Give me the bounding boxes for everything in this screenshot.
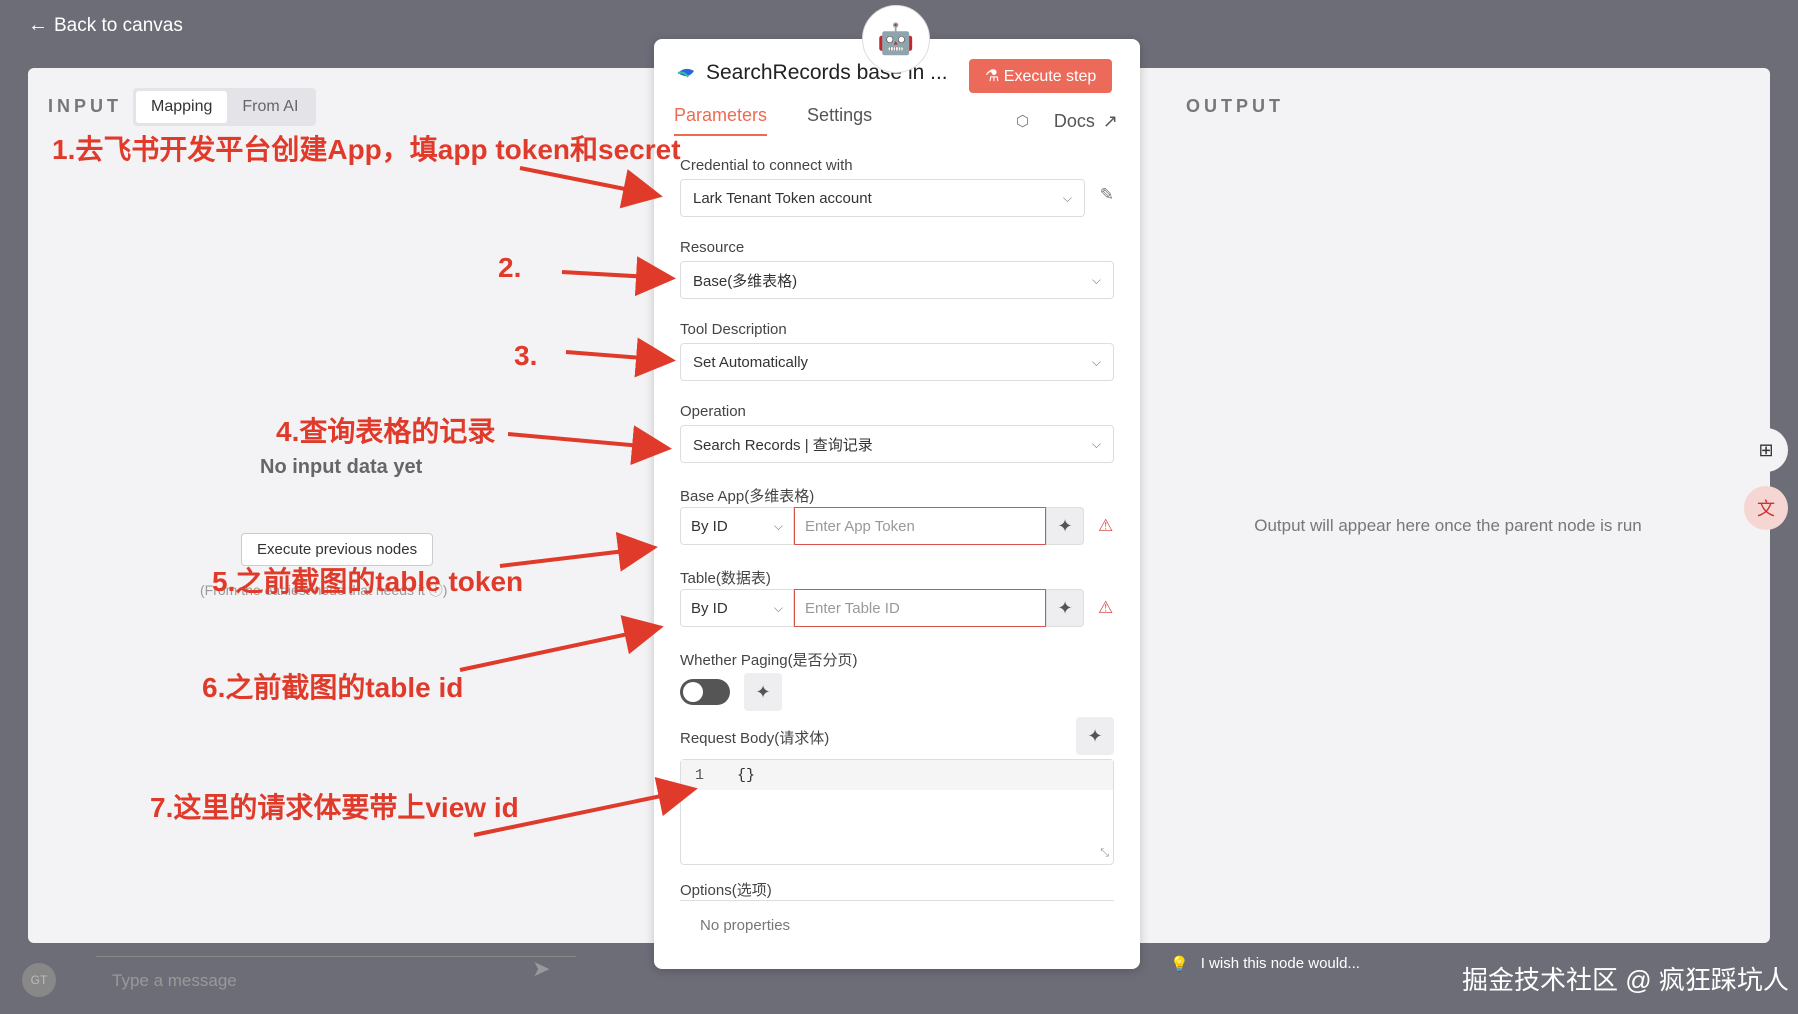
back-to-canvas-link[interactable]: ← Back to canvas (28, 14, 183, 37)
chevron-down-icon: ⌵ (1062, 190, 1072, 205)
code-line: 1 {} (681, 760, 1113, 790)
annotation-4: 4.查询表格的记录 (276, 416, 496, 447)
operation-field: Operation Search Records | 查询记录 ⌵ (680, 403, 1114, 463)
external-link-icon: ↗ (1102, 111, 1118, 131)
chat-message-input[interactable]: Type a message (96, 956, 576, 1006)
base-app-mode-select[interactable]: By ID ⌵ (680, 507, 794, 545)
resource-value: Base(多维表格) (693, 272, 798, 290)
tool-description-label: Tool Description (680, 321, 787, 338)
warning-icon: ⚠ (1098, 516, 1114, 535)
node-parameters-panel: SearchRecords base in ... ⚗ Execute step… (654, 39, 1140, 969)
base-app-mode-value: By ID (691, 517, 728, 535)
request-body-label: Request Body(请求体) (680, 730, 830, 747)
pencil-icon[interactable]: ✎ (1100, 185, 1114, 205)
tab-settings[interactable]: Settings (807, 105, 872, 136)
resource-select[interactable]: Base(多维表格) ⌵ (680, 261, 1114, 299)
avatar[interactable]: GT (22, 963, 56, 997)
request-body-header: Request Body(请求体) ✦ (680, 717, 1114, 755)
docs-link[interactable]: Docs ↗ (1054, 111, 1118, 132)
paging-field: Whether Paging(是否分页) ✦ (680, 649, 1114, 711)
robot-icon: 🤖 (862, 5, 930, 73)
grid-add-icon[interactable]: ⊞ (1744, 428, 1788, 472)
docs-label: Docs (1053, 111, 1095, 131)
operation-select[interactable]: Search Records | 查询记录 ⌵ (680, 425, 1114, 463)
base-app-label: Base App(多维表格) (680, 488, 815, 505)
tool-description-field: Tool Description Set Automatically ⌵ (680, 321, 1114, 381)
execute-step-button[interactable]: ⚗ Execute step (969, 59, 1113, 93)
translate-icon[interactable]: 文 (1744, 486, 1788, 530)
options-label: Options(选项) (680, 879, 1114, 901)
output-pane: OUTPUT Output will appear here once the … (1138, 68, 1770, 943)
table-mode-value: By ID (691, 599, 728, 617)
lark-logo-icon (677, 68, 694, 78)
options-field: Options(选项) No properties (680, 879, 1114, 950)
no-properties-text: No properties (700, 917, 791, 934)
resize-handle-icon[interactable]: ⤡ (1100, 847, 1109, 860)
app-token-input[interactable]: Enter App Token (794, 507, 1046, 545)
tool-description-value: Set Automatically (693, 353, 809, 371)
tool-description-select[interactable]: Set Automatically ⌵ (680, 343, 1114, 381)
watermark: 掘金技术社区 @ 疯狂踩坑人 (1462, 965, 1789, 995)
tab-parameters[interactable]: Parameters (674, 105, 768, 136)
operation-value: Search Records | 查询记录 (693, 436, 873, 454)
request-body-field: Request Body(请求体) ✦ 1 {} ⤡ (680, 717, 1114, 865)
output-pane-label: OUTPUT (1186, 96, 1284, 116)
tab-from-ai[interactable]: From AI (227, 91, 313, 123)
chevron-down-icon: ⌵ (773, 518, 783, 533)
chevron-down-icon: ⌵ (1091, 436, 1101, 451)
warning-icon: ⚠ (1098, 598, 1114, 617)
execute-step-label: Execute step (1003, 68, 1097, 85)
annotation-2: 2. (498, 252, 522, 283)
credential-label: Credential to connect with (680, 157, 853, 174)
table-mode-select[interactable]: By ID ⌵ (680, 589, 794, 627)
credential-field: Credential to connect with Lark Tenant T… (680, 157, 1114, 217)
sparkle-icon[interactable]: ✦ (744, 673, 782, 711)
wish-text: I wish this node would... (1200, 955, 1360, 972)
paging-toggle[interactable] (680, 679, 730, 705)
annotation-5: 5.之前截图的table token (212, 566, 524, 597)
annotation-1: 1.去飞书开发平台创建App，填app token和secret (52, 134, 681, 165)
input-mode-switch: Mapping From AI (133, 88, 317, 126)
lightbulb-icon: 💡 (1170, 956, 1189, 973)
table-field: Table(数据表) By ID ⌵ Enter Table ID ✦ ⚠ (680, 567, 1114, 627)
cube-icon[interactable]: ⬡ (1016, 112, 1029, 130)
sparkle-icon[interactable]: ✦ (1076, 717, 1114, 755)
output-placeholder-message: Output will appear here once the parent … (1254, 516, 1642, 535)
paging-label: Whether Paging(是否分页) (680, 652, 858, 669)
resource-label: Resource (680, 239, 745, 256)
no-input-message: No input data yet (260, 456, 423, 478)
operation-label: Operation (680, 403, 746, 420)
table-label: Table(数据表) (680, 570, 771, 587)
request-body-editor[interactable]: 1 {} ⤡ (680, 759, 1114, 865)
code-text: {} (737, 766, 756, 784)
sparkle-icon[interactable]: ✦ (1046, 589, 1084, 627)
resource-field: Resource Base(多维表格) ⌵ (680, 239, 1114, 299)
chevron-down-icon: ⌵ (1091, 272, 1101, 287)
credential-select[interactable]: Lark Tenant Token account ⌵ (680, 179, 1085, 217)
annotation-3: 3. (514, 340, 538, 371)
annotation-6: 6.之前截图的table id (202, 672, 464, 703)
sparkle-icon[interactable]: ✦ (1046, 507, 1084, 545)
annotation-7: 7.这里的请求体要带上view id (150, 792, 519, 823)
base-app-field: Base App(多维表格) By ID ⌵ Enter App Token ✦… (680, 485, 1114, 545)
credential-value: Lark Tenant Token account (693, 189, 872, 207)
input-pane-label: INPUT (48, 96, 122, 116)
send-icon[interactable]: ➤ (532, 956, 550, 982)
wish-feedback[interactable]: 💡 I wish this node would... (1170, 955, 1360, 973)
line-number: 1 (695, 766, 705, 784)
arrow-left-icon: ← (28, 14, 48, 36)
chevron-down-icon: ⌵ (1091, 354, 1101, 369)
tab-mapping[interactable]: Mapping (136, 91, 228, 123)
back-to-canvas-label: Back to canvas (54, 14, 183, 36)
table-id-input[interactable]: Enter Table ID (794, 589, 1046, 627)
chevron-down-icon: ⌵ (773, 600, 783, 615)
